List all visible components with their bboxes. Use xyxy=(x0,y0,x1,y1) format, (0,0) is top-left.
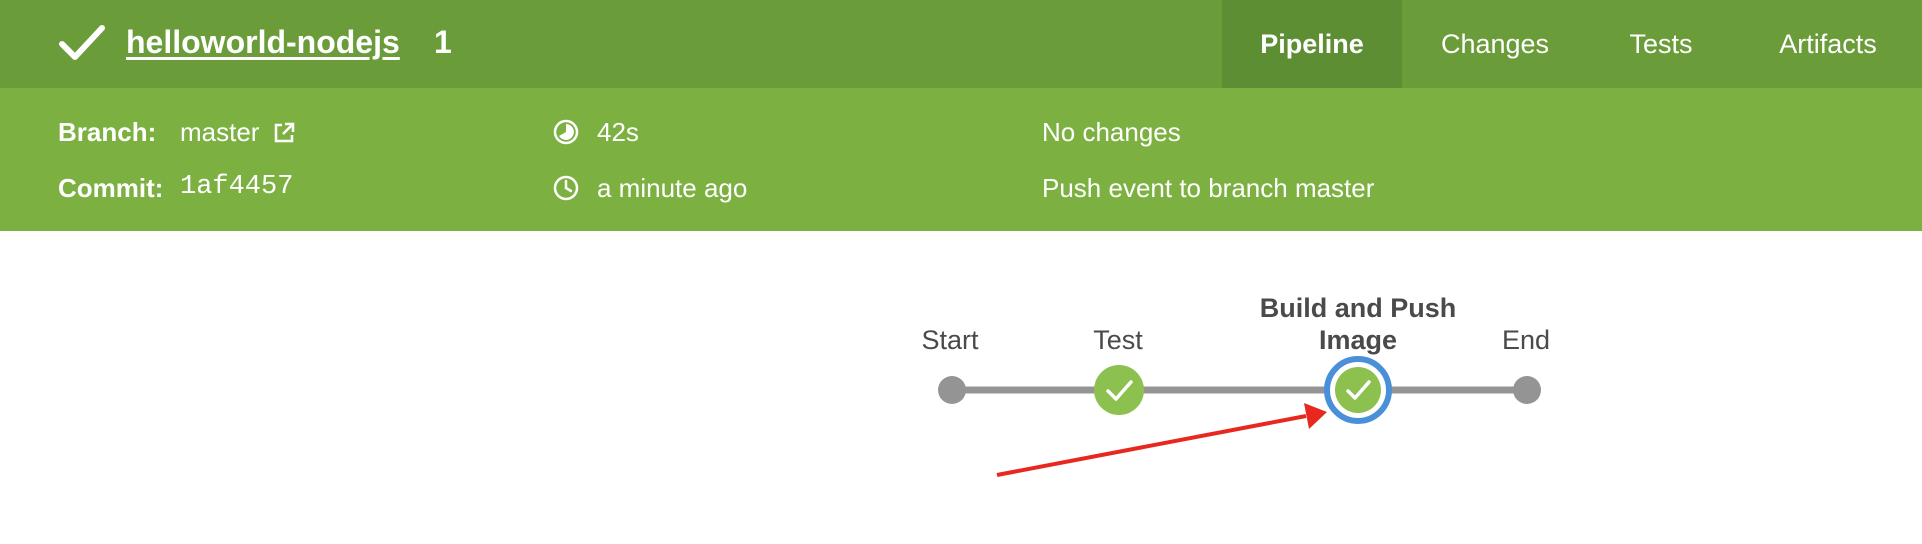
annotation-arrow xyxy=(996,403,1327,477)
start-node xyxy=(938,376,966,404)
run-cause: Push event to branch master xyxy=(1042,173,1375,203)
duration-value: 42s xyxy=(597,117,639,147)
checkmark-icon xyxy=(59,25,105,60)
tab-artifacts[interactable]: Artifacts xyxy=(1734,0,1922,88)
run-number: 1 xyxy=(434,24,452,60)
tab-pipeline[interactable]: Pipeline xyxy=(1222,0,1402,88)
branch-label: Branch: xyxy=(58,117,157,147)
tab-tests[interactable]: Tests xyxy=(1588,0,1734,88)
duration-icon xyxy=(553,119,579,145)
pipeline-title-link[interactable]: helloworld-nodejs xyxy=(126,20,400,64)
end-node xyxy=(1513,376,1541,404)
run-info-bar: Branch: master Commit: 1af4457 42s a min… xyxy=(0,88,1922,231)
stage-node-build-push[interactable] xyxy=(1324,356,1392,424)
commit-label: Commit: xyxy=(58,173,164,203)
pipeline-graph xyxy=(938,356,1541,477)
clock-icon xyxy=(553,175,579,201)
branch-value: master xyxy=(180,117,260,147)
external-link-icon[interactable] xyxy=(272,121,296,145)
run-header: helloworld-nodejs 1 Pipeline Changes Tes… xyxy=(0,0,1922,88)
tab-bar: Pipeline Changes Tests Artifacts xyxy=(1222,0,1922,88)
changes-summary: No changes xyxy=(1042,117,1181,147)
started-time: a minute ago xyxy=(597,173,748,203)
tab-changes[interactable]: Changes xyxy=(1402,0,1588,88)
stage-node-test[interactable] xyxy=(1094,365,1144,415)
commit-hash: 1af4457 xyxy=(180,172,294,202)
